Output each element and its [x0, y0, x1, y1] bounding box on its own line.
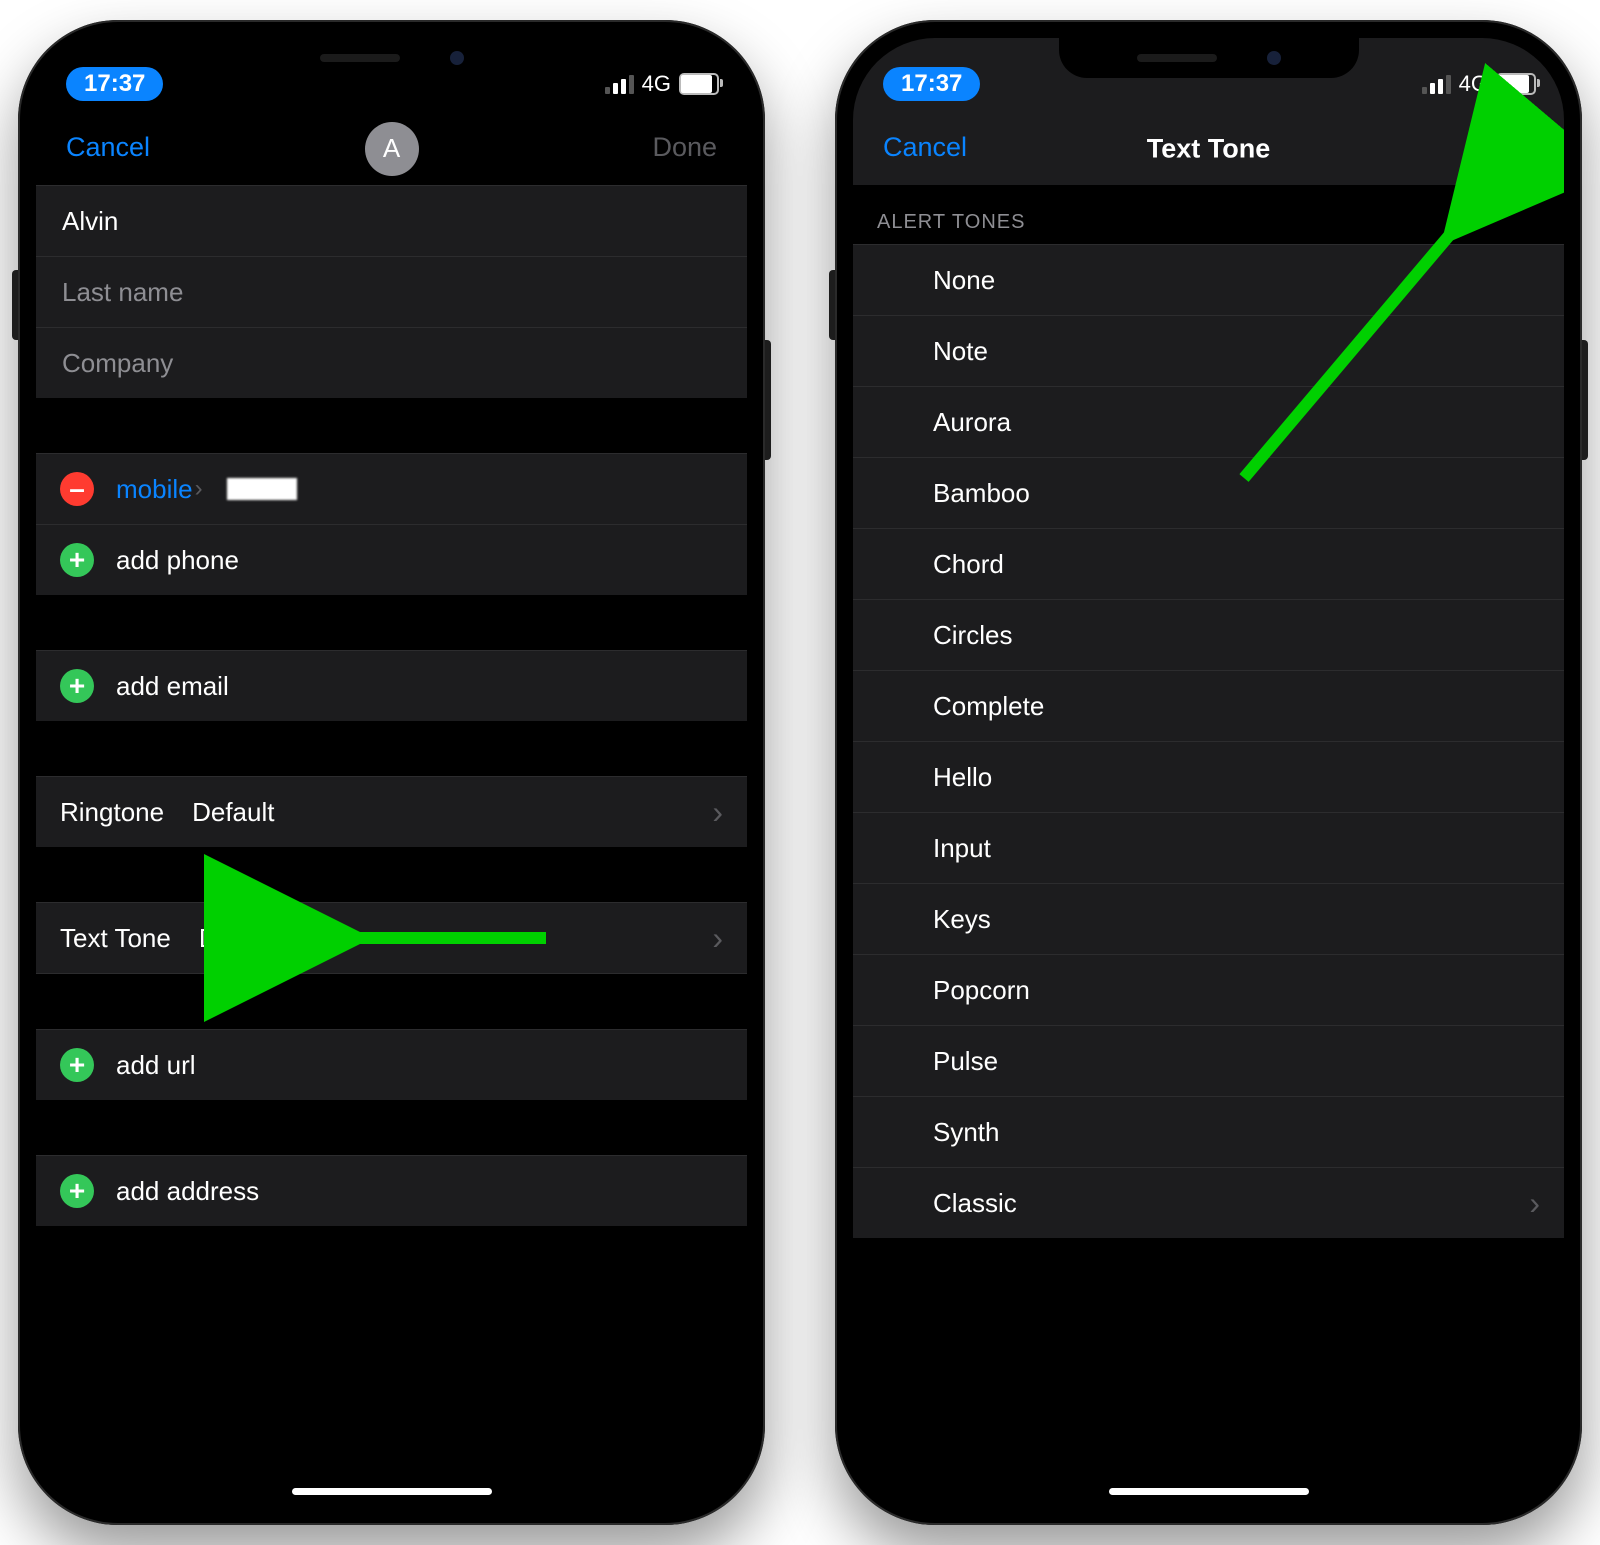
add-url-row[interactable]: + add url — [36, 1030, 747, 1100]
add-phone-label: add phone — [116, 545, 239, 576]
tone-label: Synth — [933, 1117, 1000, 1148]
tone-label: Bamboo — [933, 478, 1030, 509]
cancel-button[interactable]: Cancel — [877, 128, 973, 167]
tone-label: None — [933, 265, 995, 296]
text-tone-row[interactable]: Text Tone Default › — [36, 903, 747, 974]
tone-row[interactable]: Circles — [853, 600, 1564, 671]
tone-label: Note — [933, 336, 988, 367]
add-address-row[interactable]: + add address — [36, 1156, 747, 1226]
tone-label: Complete — [933, 691, 1044, 722]
first-name-field[interactable] — [36, 186, 747, 257]
phone-number[interactable] — [227, 478, 297, 500]
add-icon[interactable]: + — [60, 1048, 94, 1082]
nav-bar: Cancel Text Tone Done — [853, 112, 1564, 185]
tone-label: Popcorn — [933, 975, 1030, 1006]
company-field[interactable] — [36, 328, 747, 398]
ringtone-value: Default — [192, 797, 274, 828]
tone-label: Chord — [933, 549, 1004, 580]
tone-row[interactable]: Pulse — [853, 1026, 1564, 1097]
done-button[interactable]: Done — [1461, 128, 1541, 167]
add-email-label: add email — [116, 671, 229, 702]
add-icon[interactable]: + — [60, 669, 94, 703]
chevron-right-icon: › — [1529, 1185, 1540, 1222]
notch — [1059, 38, 1359, 78]
contact-form: – mobile› + add phone + add email — [36, 185, 747, 1507]
tone-label: Aurora — [933, 407, 1011, 438]
phone-type-label[interactable]: mobile› — [116, 474, 203, 505]
tone-row[interactable]: Input — [853, 813, 1564, 884]
text-tone-value: Default — [199, 923, 281, 954]
tone-row[interactable]: Note — [853, 316, 1564, 387]
section-header: ALERT TONES — [853, 185, 1564, 244]
chevron-right-icon: › — [712, 794, 723, 831]
last-name-field[interactable] — [36, 257, 747, 328]
screen-text-tone: 17:37 4G Cancel Text Tone Done ALERT TON… — [853, 38, 1564, 1507]
done-button[interactable]: Done — [646, 128, 723, 167]
tone-row[interactable]: None — [853, 245, 1564, 316]
tone-row[interactable]: Popcorn — [853, 955, 1564, 1026]
cellular-signal-icon — [605, 75, 634, 94]
add-url-label: add url — [116, 1050, 196, 1081]
status-indicators: 4G — [605, 71, 719, 97]
status-indicators: 4G — [1422, 71, 1536, 97]
phone-left: 17:37 4G Cancel A Done — [18, 20, 765, 1525]
phone-row[interactable]: – mobile› — [36, 454, 747, 525]
tone-label: Input — [933, 833, 991, 864]
home-indicator[interactable] — [1109, 1488, 1309, 1495]
chevron-right-icon: › — [712, 920, 723, 957]
tone-list[interactable]: ALERT TONES None Note Aurora Bamboo Chord Cir… — [853, 185, 1564, 1507]
tone-label: Hello — [933, 762, 992, 793]
battery-icon — [679, 73, 719, 95]
tone-row[interactable]: Classic › — [853, 1168, 1564, 1238]
tone-label: Keys — [933, 904, 991, 935]
last-name-input[interactable] — [60, 276, 723, 309]
tone-row[interactable]: Aurora — [853, 387, 1564, 458]
home-indicator[interactable] — [292, 1488, 492, 1495]
clock-pill[interactable]: 17:37 — [883, 67, 980, 101]
add-email-row[interactable]: + add email — [36, 651, 747, 721]
page-title: Text Tone — [1147, 133, 1271, 164]
add-address-label: add address — [116, 1176, 259, 1207]
avatar[interactable]: A — [365, 122, 419, 176]
ringtone-row[interactable]: Ringtone Default › — [36, 777, 747, 847]
notch — [242, 38, 542, 78]
tone-label: Classic — [933, 1188, 1017, 1219]
company-input[interactable] — [60, 347, 723, 380]
cellular-signal-icon — [1422, 75, 1451, 94]
screen-contact-edit: 17:37 4G Cancel A Done — [36, 38, 747, 1507]
chevron-right-icon: › — [195, 475, 203, 503]
tone-label: Pulse — [933, 1046, 998, 1077]
tone-row[interactable]: Hello — [853, 742, 1564, 813]
tone-label: Circles — [933, 620, 1012, 651]
ringtone-label: Ringtone — [60, 797, 164, 828]
phone-right: 17:37 4G Cancel Text Tone Done ALERT TON… — [835, 20, 1582, 1525]
tone-row[interactable]: Synth — [853, 1097, 1564, 1168]
text-tone-label: Text Tone — [60, 923, 171, 954]
tone-row[interactable]: Chord — [853, 529, 1564, 600]
clock-pill[interactable]: 17:37 — [66, 67, 163, 101]
cancel-button[interactable]: Cancel — [60, 128, 156, 167]
network-label: 4G — [642, 71, 671, 97]
nav-bar: Cancel A Done — [36, 112, 747, 185]
first-name-input[interactable] — [60, 205, 723, 238]
add-icon[interactable]: + — [60, 543, 94, 577]
add-icon[interactable]: + — [60, 1174, 94, 1208]
network-label: 4G — [1459, 71, 1488, 97]
tone-row[interactable]: Complete — [853, 671, 1564, 742]
tone-row[interactable]: Bamboo — [853, 458, 1564, 529]
tone-row[interactable]: Keys — [853, 884, 1564, 955]
add-phone-row[interactable]: + add phone — [36, 525, 747, 595]
remove-icon[interactable]: – — [60, 472, 94, 506]
battery-icon — [1496, 73, 1536, 95]
